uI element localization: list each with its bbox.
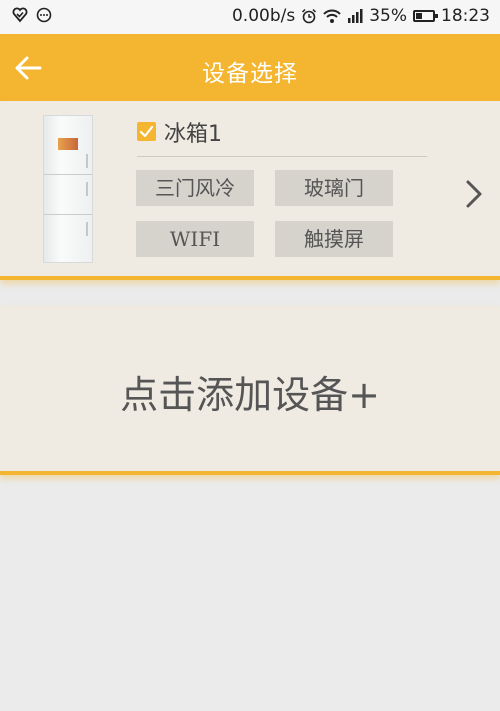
status-bar: 0.00b/s 35% 18:23	[0, 0, 500, 34]
battery-percent: 35%	[369, 6, 407, 26]
status-left	[12, 7, 52, 23]
device-checkbox[interactable]	[137, 122, 156, 141]
signal-icon	[348, 9, 363, 23]
status-right: 0.00b/s 35% 18:23	[232, 6, 490, 26]
fridge-handle	[86, 182, 88, 196]
tag-glass-door: 玻璃门	[275, 170, 393, 206]
fridge-image	[43, 115, 93, 263]
header: 设备选择	[0, 34, 500, 101]
divider	[137, 156, 427, 157]
fridge-door-line	[44, 174, 92, 175]
alarm-icon	[302, 8, 317, 24]
tag-three-door: 三门风冷	[136, 170, 254, 206]
fridge-handle	[86, 154, 88, 168]
battery-fill	[416, 13, 422, 19]
device-name: 冰箱1	[164, 122, 222, 147]
fridge-display-panel	[58, 138, 78, 150]
fridge-door-line	[44, 214, 92, 215]
add-device-button[interactable]: 点击添加设备+	[0, 306, 500, 475]
battery-icon	[413, 10, 438, 22]
check-icon	[139, 125, 154, 138]
clock: 18:23	[441, 6, 490, 26]
fridge-handle	[86, 222, 88, 236]
tag-touchscreen: 触摸屏	[275, 221, 393, 257]
add-device-label: 点击添加设备+	[120, 373, 380, 417]
network-speed: 0.00b/s	[231, 6, 296, 26]
wifi-icon	[323, 9, 341, 23]
chat-icon	[36, 7, 52, 23]
heart-check-icon	[12, 7, 28, 23]
chevron-right-icon[interactable]	[463, 178, 485, 210]
tag-wifi: WIFI	[136, 221, 254, 257]
page-title: 设备选择	[202, 61, 298, 87]
